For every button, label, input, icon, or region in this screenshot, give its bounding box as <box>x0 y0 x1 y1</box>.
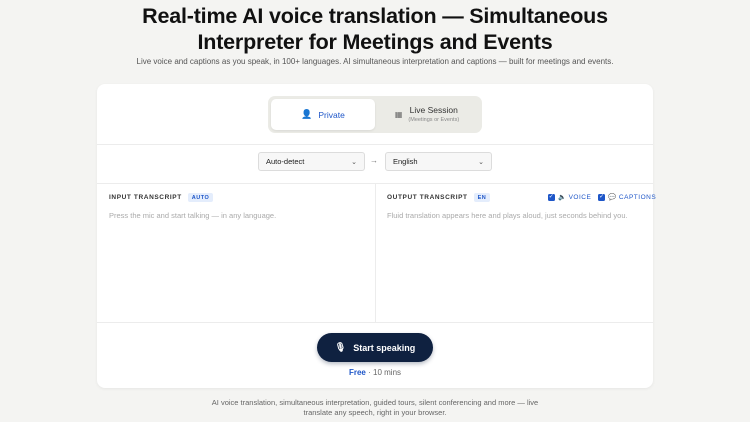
plan-detail: · 10 mins <box>365 368 402 377</box>
input-transcript-area[interactable]: Press the mic and start talking — in any… <box>109 209 364 222</box>
grid-icon: ▦ <box>394 110 403 119</box>
output-transcript-label: OUTPUT TRANSCRIPT EN <box>387 193 491 202</box>
mode-toggle: 👤 Private ▦ Live Session (Meetings or Ev… <box>268 96 482 133</box>
mode-private-label: Private <box>318 109 345 120</box>
footer-line1: AI voice translation, simultaneous inter… <box>211 398 539 407</box>
chevron-down-icon: ⌄ <box>478 158 484 166</box>
user-icon: 👤 <box>301 109 313 119</box>
output-language-badge: EN <box>473 193 491 202</box>
captions-toggle-label: CAPTIONS <box>618 193 657 201</box>
input-transcript-label: INPUT TRANSCRIPT AUTO <box>109 193 214 202</box>
page-title-line2: Interpreter for Meetings and Events <box>197 30 553 54</box>
footer-text: AI voice translation, simultaneous inter… <box>0 398 750 418</box>
source-language-value: Auto-detect <box>266 157 305 166</box>
mode-live-session-button[interactable]: ▦ Live Session (Meetings or Events) <box>375 99 479 130</box>
input-language-badge: AUTO <box>187 193 214 202</box>
microphone-icon: 🎙 <box>334 342 347 352</box>
source-language-select[interactable]: Auto-detect ⌄ <box>258 152 365 171</box>
plan-free-label: Free <box>348 368 366 377</box>
page-title: Real-time AI voice translation — Simulta… <box>0 3 750 55</box>
mode-live-sublabel: (Meetings or Events) <box>408 116 460 123</box>
target-language-select[interactable]: English ⌄ <box>385 152 492 171</box>
panel-divider <box>375 184 376 322</box>
divider <box>97 322 653 323</box>
voice-checkbox[interactable]: ✓ <box>548 193 555 201</box>
captions-toggle[interactable]: ✓ 💬 CAPTIONS <box>598 193 656 201</box>
start-speaking-button[interactable]: 🎙 Start speaking <box>317 333 433 362</box>
start-speaking-label: Start speaking <box>353 342 416 353</box>
speech-bubble-icon: 💬 <box>608 194 617 201</box>
captions-checkbox[interactable]: ✓ <box>598 193 606 201</box>
mode-live-label: Live Session <box>409 104 458 115</box>
arrow-right-icon: → <box>370 156 378 165</box>
translator-card: 👤 Private ▦ Live Session (Meetings or Ev… <box>97 84 656 388</box>
divider <box>97 144 653 145</box>
mode-private-button[interactable]: 👤 Private <box>271 99 375 130</box>
page-subtitle: Live voice and captions as you speak, in… <box>136 57 614 66</box>
target-language-value: English <box>393 157 418 166</box>
chevron-down-icon: ⌄ <box>351 158 357 166</box>
voice-toggle-label: VOICE <box>568 193 592 201</box>
plan-info: Free · 10 mins <box>97 368 653 377</box>
voice-toggle[interactable]: ✓ 🔈 VOICE <box>548 193 591 201</box>
output-transcript-area: Fluid translation appears here and plays… <box>387 211 628 220</box>
output-toggles: ✓ 🔈 VOICE ✓ 💬 CAPTIONS <box>541 193 656 201</box>
speaker-icon: 🔈 <box>558 194 567 201</box>
page-title-line1: Real-time AI voice translation — Simulta… <box>142 4 608 28</box>
footer-line2: translate any speech, right in your brow… <box>303 408 447 417</box>
